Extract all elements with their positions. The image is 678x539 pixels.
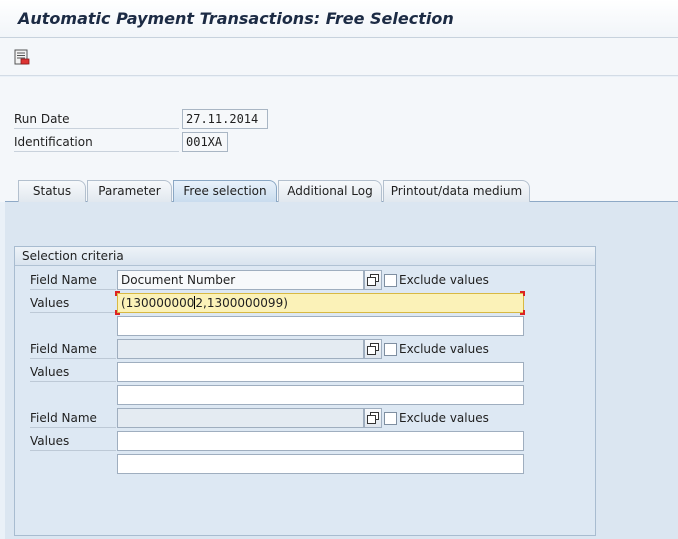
run-date-field[interactable]: 27.11.2014 [182,109,268,129]
field-name-label: Field Name [30,270,116,290]
focus-corner [115,291,120,296]
field-name-label: Field Name [30,408,116,428]
window-title: Automatic Payment Transactions: Free Sel… [18,9,454,28]
application-toolbar [0,38,678,76]
group-title: Selection criteria [15,247,595,266]
focus-corner [520,310,525,315]
values-label: Values [30,431,116,451]
multiple-selection-icon [367,274,379,286]
values-input-1[interactable] [117,362,524,382]
tab-free-selection[interactable]: Free selection [173,180,277,202]
save-variant-icon [14,49,30,65]
exclude-values-label: Exclude values [399,273,489,287]
multiple-selection-icon [367,412,379,424]
run-date-label: Run Date [14,109,179,129]
exclude-values-label: Exclude values [399,342,489,356]
values-input-2[interactable] [117,385,524,405]
identification-field[interactable]: 001XA [182,132,228,152]
value-text-before-cursor: (130000000 [121,296,195,310]
field-selection-button[interactable] [364,339,382,359]
field-name-input[interactable] [117,408,364,428]
field-name-input[interactable] [117,339,364,359]
title-bar: Automatic Payment Transactions: Free Sel… [0,0,678,38]
identification-label: Identification [14,132,179,152]
tab-printout-data-medium[interactable]: Printout/data medium [383,180,530,202]
values-input-2[interactable] [117,454,524,474]
values-input-1[interactable]: (1300000002,1300000099) [117,293,524,313]
values-label: Values [30,362,116,382]
exclude-values-label: Exclude values [399,411,489,425]
values-input-1[interactable] [117,431,524,451]
tab-parameter[interactable]: Parameter [87,180,172,202]
tab-status[interactable]: Status [18,180,86,202]
exclude-values-checkbox[interactable] [384,274,397,287]
focus-corner [115,310,120,315]
save-variant-button[interactable] [12,47,32,67]
value-text-after-cursor: 2,1300000099) [195,296,288,310]
field-name-input[interactable]: Document Number [117,270,364,290]
exclude-values-checkbox[interactable] [384,343,397,356]
field-name-label: Field Name [30,339,116,359]
multiple-selection-icon [367,343,379,355]
values-input-2[interactable] [117,316,524,336]
field-selection-button[interactable] [364,408,382,428]
tab-additional-log[interactable]: Additional Log [278,180,382,202]
field-selection-button[interactable] [364,270,382,290]
values-label: Values [30,293,116,313]
exclude-values-checkbox[interactable] [384,412,397,425]
focus-corner [520,291,525,296]
